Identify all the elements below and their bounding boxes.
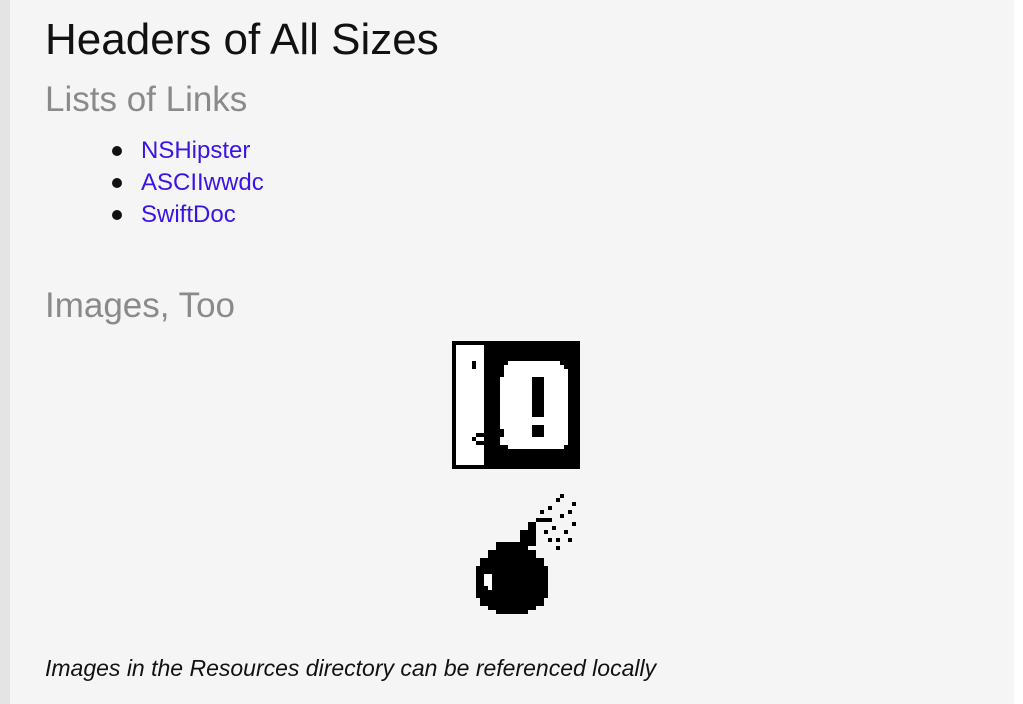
rendered-markup-pane: Headers of All Sizes Lists of Links NSHi… [10, 0, 1014, 704]
bullet-icon [112, 146, 122, 156]
list-item: SwiftDoc [108, 199, 264, 231]
right-edge [1014, 0, 1023, 704]
page-title: Headers of All Sizes [45, 15, 439, 64]
link-swiftdoc[interactable]: SwiftDoc [141, 201, 236, 228]
playground-window: Headers of All Sizes Lists of Links NSHi… [0, 0, 1023, 704]
image-caption: Images in the Resources directory can be… [45, 655, 657, 681]
links-heading: Lists of Links [45, 80, 248, 119]
link-nshipster[interactable]: NSHipster [141, 137, 250, 164]
bullet-icon [112, 178, 122, 188]
bullet-icon [112, 210, 122, 220]
gutter [0, 0, 10, 704]
link-list: NSHipster ASCIIwwdc SwiftDoc [108, 135, 264, 231]
list-item: ASCIIwwdc [108, 167, 264, 199]
alert-face-icon [452, 341, 580, 469]
list-item: NSHipster [108, 135, 264, 167]
link-asciiwwdc[interactable]: ASCIIwwdc [141, 169, 264, 196]
images-heading: Images, Too [45, 286, 236, 325]
bomb-icon [476, 494, 576, 614]
